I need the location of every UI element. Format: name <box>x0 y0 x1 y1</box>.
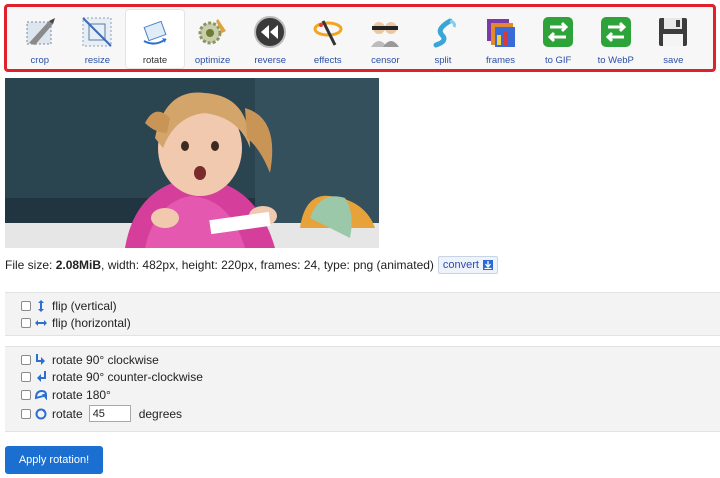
rotate-degrees-input[interactable]: 45 <box>88 405 131 422</box>
flip-vertical-icon <box>35 299 47 312</box>
flip-horizontal-checkbox[interactable] <box>21 318 31 329</box>
tool-rotate[interactable]: rotate <box>126 10 184 68</box>
rotate-180-label: rotate 180° <box>52 387 111 402</box>
to-gif-icon <box>539 13 577 51</box>
tool-effects[interactable]: effects <box>299 10 357 68</box>
rotate-custom-checkbox[interactable] <box>21 408 31 419</box>
flip-horizontal-row[interactable]: flip (horizontal) <box>21 315 720 333</box>
rotate-180-row[interactable]: rotate 180° <box>21 386 720 404</box>
optimize-icon <box>194 13 232 51</box>
rotate-ccw-icon <box>35 371 47 383</box>
rotate-cw-row[interactable]: rotate 90° clockwise <box>21 351 720 369</box>
tool-frames[interactable]: frames <box>472 10 530 68</box>
apply-rotation-button[interactable]: Apply rotation! <box>5 446 103 474</box>
rotate-180-checkbox[interactable] <box>21 389 31 400</box>
tool-resize[interactable]: resize <box>69 10 127 68</box>
flip-horizontal-icon <box>35 317 47 329</box>
to-webp-icon <box>597 13 635 51</box>
toolbar: crop resize rotate optimize reverse effe… <box>4 4 716 72</box>
flip-vertical-row[interactable]: flip (vertical) <box>21 297 720 315</box>
censor-icon <box>366 13 404 51</box>
tool-reverse[interactable]: reverse <box>241 10 299 68</box>
rotate-panel: rotate 90° clockwise rotate 90° counter-… <box>5 346 720 432</box>
resize-icon <box>78 13 116 51</box>
flip-vertical-label: flip (vertical) <box>52 298 117 313</box>
image-preview <box>5 78 379 248</box>
rotate-custom-label: rotate <box>52 406 83 421</box>
tool-to-webp[interactable]: to WebP <box>587 10 645 68</box>
rotate-ccw-row[interactable]: rotate 90° counter-clockwise <box>21 369 720 387</box>
flip-panel: flip (vertical) flip (horizontal) <box>5 292 720 336</box>
tool-censor[interactable]: censor <box>357 10 415 68</box>
file-size: 2.08MiB <box>55 258 102 272</box>
rotate-icon <box>136 13 174 51</box>
rotate-degrees-unit: degrees <box>138 406 183 421</box>
file-info: File size: 2.08MiB , width: 482px, heigh… <box>5 256 498 274</box>
flip-vertical-checkbox[interactable] <box>21 300 31 311</box>
rotate-ccw-label: rotate 90° counter-clockwise <box>52 370 203 385</box>
frames-icon <box>482 13 520 51</box>
tool-save[interactable]: save <box>645 10 703 68</box>
file-info-prefix: File size: <box>5 258 56 272</box>
split-icon <box>424 13 462 51</box>
reverse-icon <box>251 13 289 51</box>
tool-optimize[interactable]: optimize <box>184 10 242 68</box>
rotate-custom-row[interactable]: rotate 45 degrees <box>21 404 720 424</box>
file-details: , width: 482px, height: 220px, frames: 2… <box>101 258 434 272</box>
effects-icon <box>309 13 347 51</box>
convert-button[interactable]: convert <box>437 256 498 274</box>
rotate-custom-icon <box>35 408 47 420</box>
download-icon <box>482 260 493 270</box>
tool-split[interactable]: split <box>414 10 472 68</box>
rotate-cw-checkbox[interactable] <box>21 354 31 365</box>
rotate-180-icon <box>35 389 47 401</box>
rotate-cw-label: rotate 90° clockwise <box>52 352 159 367</box>
crop-icon <box>21 13 59 51</box>
tool-crop[interactable]: crop <box>11 10 69 68</box>
rotate-cw-icon <box>35 353 47 366</box>
rotate-ccw-checkbox[interactable] <box>21 372 31 383</box>
tool-to-gif[interactable]: to GIF <box>529 10 587 68</box>
save-icon <box>654 13 692 51</box>
flip-horizontal-label: flip (horizontal) <box>52 316 131 331</box>
convert-label: convert <box>442 259 479 271</box>
